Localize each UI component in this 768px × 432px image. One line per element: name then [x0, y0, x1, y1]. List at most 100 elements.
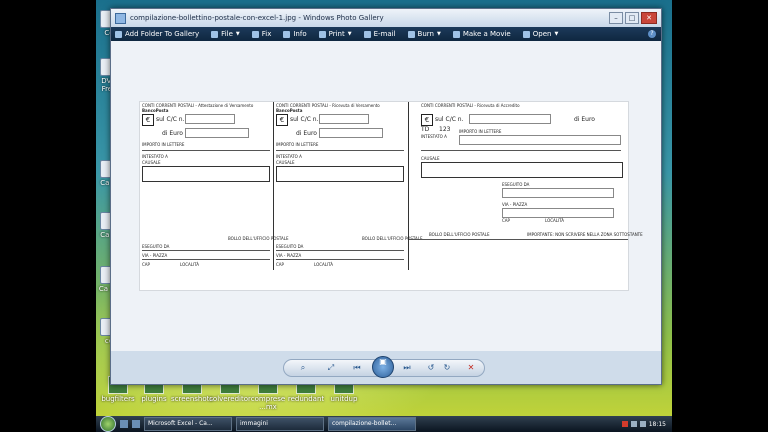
slideshow-button[interactable]: ▣	[372, 356, 394, 378]
label-td: TD	[421, 126, 430, 133]
amount-boxes	[185, 128, 249, 138]
slip-header: CONTI CORRENTI POSTALI - Ricevuta di Acc…	[421, 103, 520, 108]
label-cap: CAP	[502, 218, 510, 223]
actual-size-button[interactable]: ⤢	[326, 363, 336, 373]
movie-icon	[452, 30, 460, 38]
label-intestato: INTESTATO A	[142, 154, 168, 159]
maximize-button[interactable]: □	[625, 12, 639, 24]
info-button[interactable]: Info	[283, 30, 307, 38]
causale-box	[276, 166, 404, 182]
email-button[interactable]: E-mail	[363, 30, 396, 38]
print-menu[interactable]: Print ▼	[318, 30, 352, 38]
form-line	[409, 239, 628, 240]
label-note: IMPORTANTE: NON SCRIVERE NELLA ZONA SOTT…	[527, 232, 643, 237]
system-tray: 18:15	[621, 421, 666, 428]
desktop-icon-label: unitdup	[330, 395, 358, 403]
label-importo: IMPORTO IN LETTERE	[142, 142, 185, 147]
security-icon[interactable]	[621, 421, 628, 427]
label-di-euro: di Euro	[574, 116, 595, 123]
desktop-icon-label: colvereditor	[209, 395, 251, 403]
form-line	[276, 150, 404, 151]
window-title: compilazione-bollettino-postale-con-exce…	[130, 14, 384, 22]
network-icon[interactable]	[630, 421, 637, 427]
label-cap: CAP	[142, 262, 150, 267]
fix-button[interactable]: Fix	[251, 30, 271, 38]
label-localita: LOCALITÀ	[314, 262, 334, 267]
via-boxes	[502, 208, 614, 218]
zoom-button[interactable]: ⌕	[298, 363, 308, 373]
previous-button[interactable]: ⏮	[352, 363, 362, 373]
label-importo: IMPORTO IN LETTERE	[276, 142, 319, 147]
chevron-down-icon: ▼	[554, 31, 559, 37]
title-bar[interactable]: compilazione-bollettino-postale-con-exce…	[111, 9, 661, 27]
minimize-button[interactable]: –	[609, 12, 623, 24]
taskbar-item-immagini[interactable]: immagini	[236, 417, 324, 431]
desktop-icon-label: plugins	[141, 395, 167, 403]
next-button[interactable]: ⏭	[402, 363, 412, 373]
slip-ricevuta-accredito: CONTI CORRENTI POSTALI - Ricevuta di Acc…	[409, 102, 643, 270]
amount-boxes	[319, 128, 383, 138]
eseguito-boxes	[502, 188, 614, 198]
delete-button[interactable]: ✕	[466, 363, 476, 373]
causale-box	[142, 166, 270, 182]
slip-attestazione: CONTI CORRENTI POSTALI - Attestazione di…	[140, 102, 289, 270]
label-eseguito: ESEGUITO DA	[142, 244, 170, 249]
desktop-icon-label: redundant	[287, 395, 325, 403]
slip-ricevuta-versamento: CONTI CORRENTI POSTALI - Ricevuta di Ver…	[274, 102, 423, 270]
open-icon	[522, 30, 530, 38]
label-bollo: BOLLO DELL'UFFICIO POSTALE	[429, 232, 490, 237]
fix-icon	[251, 30, 259, 38]
label-causale: CAUSALE	[142, 160, 161, 165]
volume-icon[interactable]	[639, 421, 646, 427]
label-di-euro: di Euro	[162, 130, 183, 137]
toolbar-item-label: Info	[293, 30, 307, 38]
info-icon	[283, 30, 291, 38]
quick-launch-icon[interactable]	[132, 420, 140, 428]
help-button[interactable]: ?	[648, 30, 656, 38]
label-sul-cc: sul C/C n.	[156, 116, 185, 123]
label-via: VIA - PIAZZA	[502, 202, 528, 207]
label-eseguito: ESEGUITO DA	[276, 244, 304, 249]
form-line	[142, 250, 270, 251]
label-di-euro: di Euro	[296, 130, 317, 137]
label-sul-cc: sul C/C n.	[435, 116, 464, 123]
rotate-cw-button[interactable]: ↻	[442, 363, 452, 373]
burn-icon	[407, 30, 415, 38]
chevron-down-icon: ▼	[436, 31, 441, 37]
file-icon	[211, 30, 219, 38]
form-line	[276, 250, 404, 251]
toolbar-item-label: Make a Movie	[462, 30, 511, 38]
slip-brand: BancoPosta	[276, 108, 303, 113]
rotate-ccw-button[interactable]: ↺	[426, 363, 436, 373]
file-menu[interactable]: File ▼	[211, 30, 240, 38]
start-button[interactable]	[100, 416, 116, 432]
label-sul-cc: sul C/C n.	[290, 116, 319, 123]
label-causale: CAUSALE	[276, 160, 295, 165]
photo: CONTI CORRENTI POSTALI - Attestazione di…	[139, 101, 643, 291]
add-folder-button[interactable]: Add Folder To Gallery	[115, 30, 199, 38]
label-localita: LOCALITÀ	[545, 218, 565, 223]
open-menu[interactable]: Open ▼	[522, 30, 559, 38]
taskbar-item-photo-gallery[interactable]: compilazione-bollet...	[328, 417, 416, 431]
quick-launch-icon[interactable]	[120, 420, 128, 428]
euro-symbol: €	[276, 114, 288, 126]
label-importo: IMPORTO IN LETTERE	[459, 129, 502, 134]
make-movie-button[interactable]: Make a Movie	[452, 30, 511, 38]
taskbar: Microsoft Excel - Ca... immagini compila…	[96, 416, 672, 432]
slip-header: CONTI CORRENTI POSTALI - Attestazione di…	[142, 103, 272, 113]
image-viewer: CONTI CORRENTI POSTALI - Attestazione di…	[111, 41, 661, 351]
burn-menu[interactable]: Burn ▼	[407, 30, 441, 38]
taskbar-item-excel[interactable]: Microsoft Excel - Ca...	[144, 417, 232, 431]
clock[interactable]: 18:15	[649, 421, 666, 428]
close-button[interactable]: ✕	[641, 12, 657, 24]
toolbar-item-label: Open	[532, 30, 552, 38]
controls-pill: ⌕ ⤢ ⏮ ▣ ⏭ ↺ ↻ ✕	[283, 356, 485, 378]
form-line	[142, 150, 270, 151]
form-line	[421, 150, 621, 151]
label-eseguito: ESEGUITO DA	[502, 182, 530, 187]
toolbar-item-label: E-mail	[373, 30, 396, 38]
email-icon	[363, 30, 371, 38]
toolbar: Add Folder To Gallery File ▼ Fix Info Pri…	[111, 27, 661, 41]
photo-gallery-icon	[115, 12, 126, 24]
account-boxes	[469, 114, 551, 124]
